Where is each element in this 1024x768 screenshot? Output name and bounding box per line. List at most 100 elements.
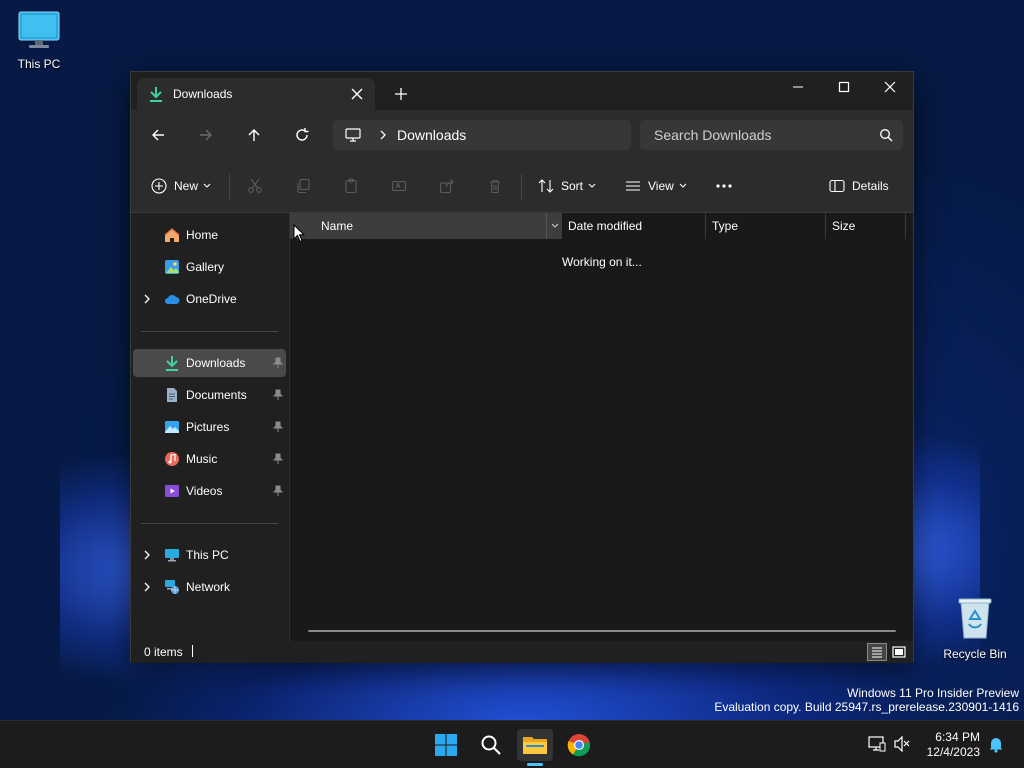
desktop-icon-label: This PC [17, 57, 61, 71]
column-header-label: Size [832, 219, 856, 233]
nav-item-home[interactable]: Home [133, 221, 286, 249]
nav-label: Gallery [186, 260, 225, 274]
command-bar: New Sort View Details [131, 160, 913, 213]
maximize-button[interactable] [821, 72, 867, 102]
more-options-button[interactable] [715, 175, 733, 197]
details-pane-button[interactable]: Details [829, 175, 889, 197]
nav-item-network[interactable]: Network [133, 573, 286, 601]
chevron-right-icon[interactable] [379, 129, 387, 141]
tab-downloads[interactable]: Downloads [137, 78, 375, 110]
back-button[interactable] [146, 123, 170, 147]
loading-message: Working on it... [562, 255, 642, 269]
nav-item-documents[interactable]: Documents [133, 381, 286, 409]
pin-icon[interactable] [273, 357, 283, 369]
nav-label: This PC [186, 548, 229, 562]
separator [521, 174, 522, 200]
details-view-button[interactable] [867, 643, 887, 661]
address-bar[interactable]: Downloads [333, 120, 631, 150]
taskbar-chrome[interactable] [561, 729, 597, 761]
horizontal-scrollbar[interactable] [308, 630, 896, 632]
delete-button[interactable] [487, 175, 503, 197]
home-icon [164, 228, 180, 242]
refresh-button[interactable] [290, 123, 314, 147]
start-button[interactable] [428, 729, 464, 761]
desktop-icon-recycle-bin[interactable]: Recycle Bin [937, 596, 1013, 661]
up-button[interactable] [242, 123, 266, 147]
view-button[interactable]: View [625, 175, 687, 197]
new-button[interactable]: New [151, 175, 211, 197]
system-clock[interactable]: 6:34 PM 12/4/2023 [916, 730, 980, 760]
windows-logo-icon [435, 734, 457, 756]
nav-item-videos[interactable]: Videos [133, 477, 286, 505]
clock-date: 12/4/2023 [926, 745, 980, 759]
status-divider [192, 645, 193, 657]
separator [229, 174, 230, 200]
column-header-label: Name [321, 219, 354, 233]
column-sort-toggle[interactable] [546, 213, 562, 239]
sort-button[interactable]: Sort [538, 175, 596, 197]
pictures-icon [165, 421, 179, 433]
column-header-label: Date modified [568, 219, 643, 233]
desktop-icon-this-pc[interactable]: This PC [1, 10, 77, 71]
new-tab-plus-icon[interactable] [393, 86, 409, 102]
taskbar-search-button[interactable] [473, 729, 509, 761]
clock-time: 6:34 PM [935, 730, 980, 744]
close-tab-icon[interactable] [349, 86, 365, 102]
volume-muted-icon[interactable] [893, 735, 911, 753]
pin-icon[interactable] [273, 453, 283, 465]
watermark-line: Evaluation copy. Build 25947.rs_prerelea… [714, 700, 1019, 714]
large-icons-view-button[interactable] [889, 643, 909, 661]
notification-bell-icon[interactable] [988, 735, 1004, 753]
share-icon [439, 179, 454, 194]
nav-item-music[interactable]: Music [133, 445, 286, 473]
chevron-right-icon[interactable] [143, 549, 151, 561]
column-header-name[interactable]: Name [290, 213, 562, 239]
nav-item-onedrive[interactable]: OneDrive [133, 285, 286, 313]
close-window-button[interactable] [867, 72, 913, 102]
breadcrumb-downloads[interactable]: Downloads [397, 127, 466, 143]
view-list-icon [626, 181, 640, 191]
address-toolbar: Downloads [131, 110, 913, 160]
nav-item-this-pc[interactable]: This PC [133, 541, 286, 569]
search-icon[interactable] [879, 128, 893, 142]
recycle-bin-icon [958, 598, 992, 639]
arrow-left-icon [152, 129, 164, 141]
active-app-indicator [527, 763, 543, 766]
monitor-icon [18, 11, 60, 48]
file-list-pane[interactable]: Name Date modified Type Size Working on … [290, 213, 913, 641]
column-header-type[interactable]: Type [706, 213, 826, 239]
chrome-icon [567, 734, 591, 757]
chevron-right-icon[interactable] [143, 581, 151, 593]
pin-icon[interactable] [273, 421, 283, 433]
copy-button[interactable] [295, 175, 311, 197]
pin-icon[interactable] [273, 389, 283, 401]
nav-label: Pictures [186, 420, 230, 434]
minimize-button[interactable] [775, 72, 821, 102]
os-watermark: Windows 11 Pro Insider Preview Evaluatio… [714, 686, 1019, 714]
download-icon [150, 87, 162, 102]
pin-icon[interactable] [273, 485, 283, 497]
display-icon[interactable] [868, 735, 886, 753]
folder-icon [523, 737, 547, 754]
forward-button[interactable] [194, 123, 218, 147]
taskbar-file-explorer[interactable] [517, 729, 553, 761]
chevron-right-icon[interactable] [143, 293, 151, 305]
view-label: View [648, 179, 674, 193]
search-icon [481, 735, 501, 755]
nav-item-pictures[interactable]: Pictures [133, 413, 286, 441]
close-icon [884, 81, 896, 93]
share-button[interactable] [439, 175, 455, 197]
nav-item-downloads[interactable]: Downloads [133, 349, 286, 377]
column-header-size[interactable]: Size [826, 213, 906, 239]
tiles-view-icon [892, 646, 906, 658]
paste-button[interactable] [343, 175, 359, 197]
search-box[interactable] [640, 120, 903, 150]
navigation-pane: Home Gallery OneDrive Downloads Document… [131, 213, 289, 641]
nav-label: Videos [186, 484, 223, 498]
search-input[interactable] [654, 127, 864, 143]
rename-button[interactable] [391, 175, 407, 197]
cut-button[interactable] [247, 175, 263, 197]
nav-item-gallery[interactable]: Gallery [133, 253, 286, 281]
column-header-date-modified[interactable]: Date modified [562, 213, 706, 239]
title-bar: Downloads [131, 72, 913, 110]
